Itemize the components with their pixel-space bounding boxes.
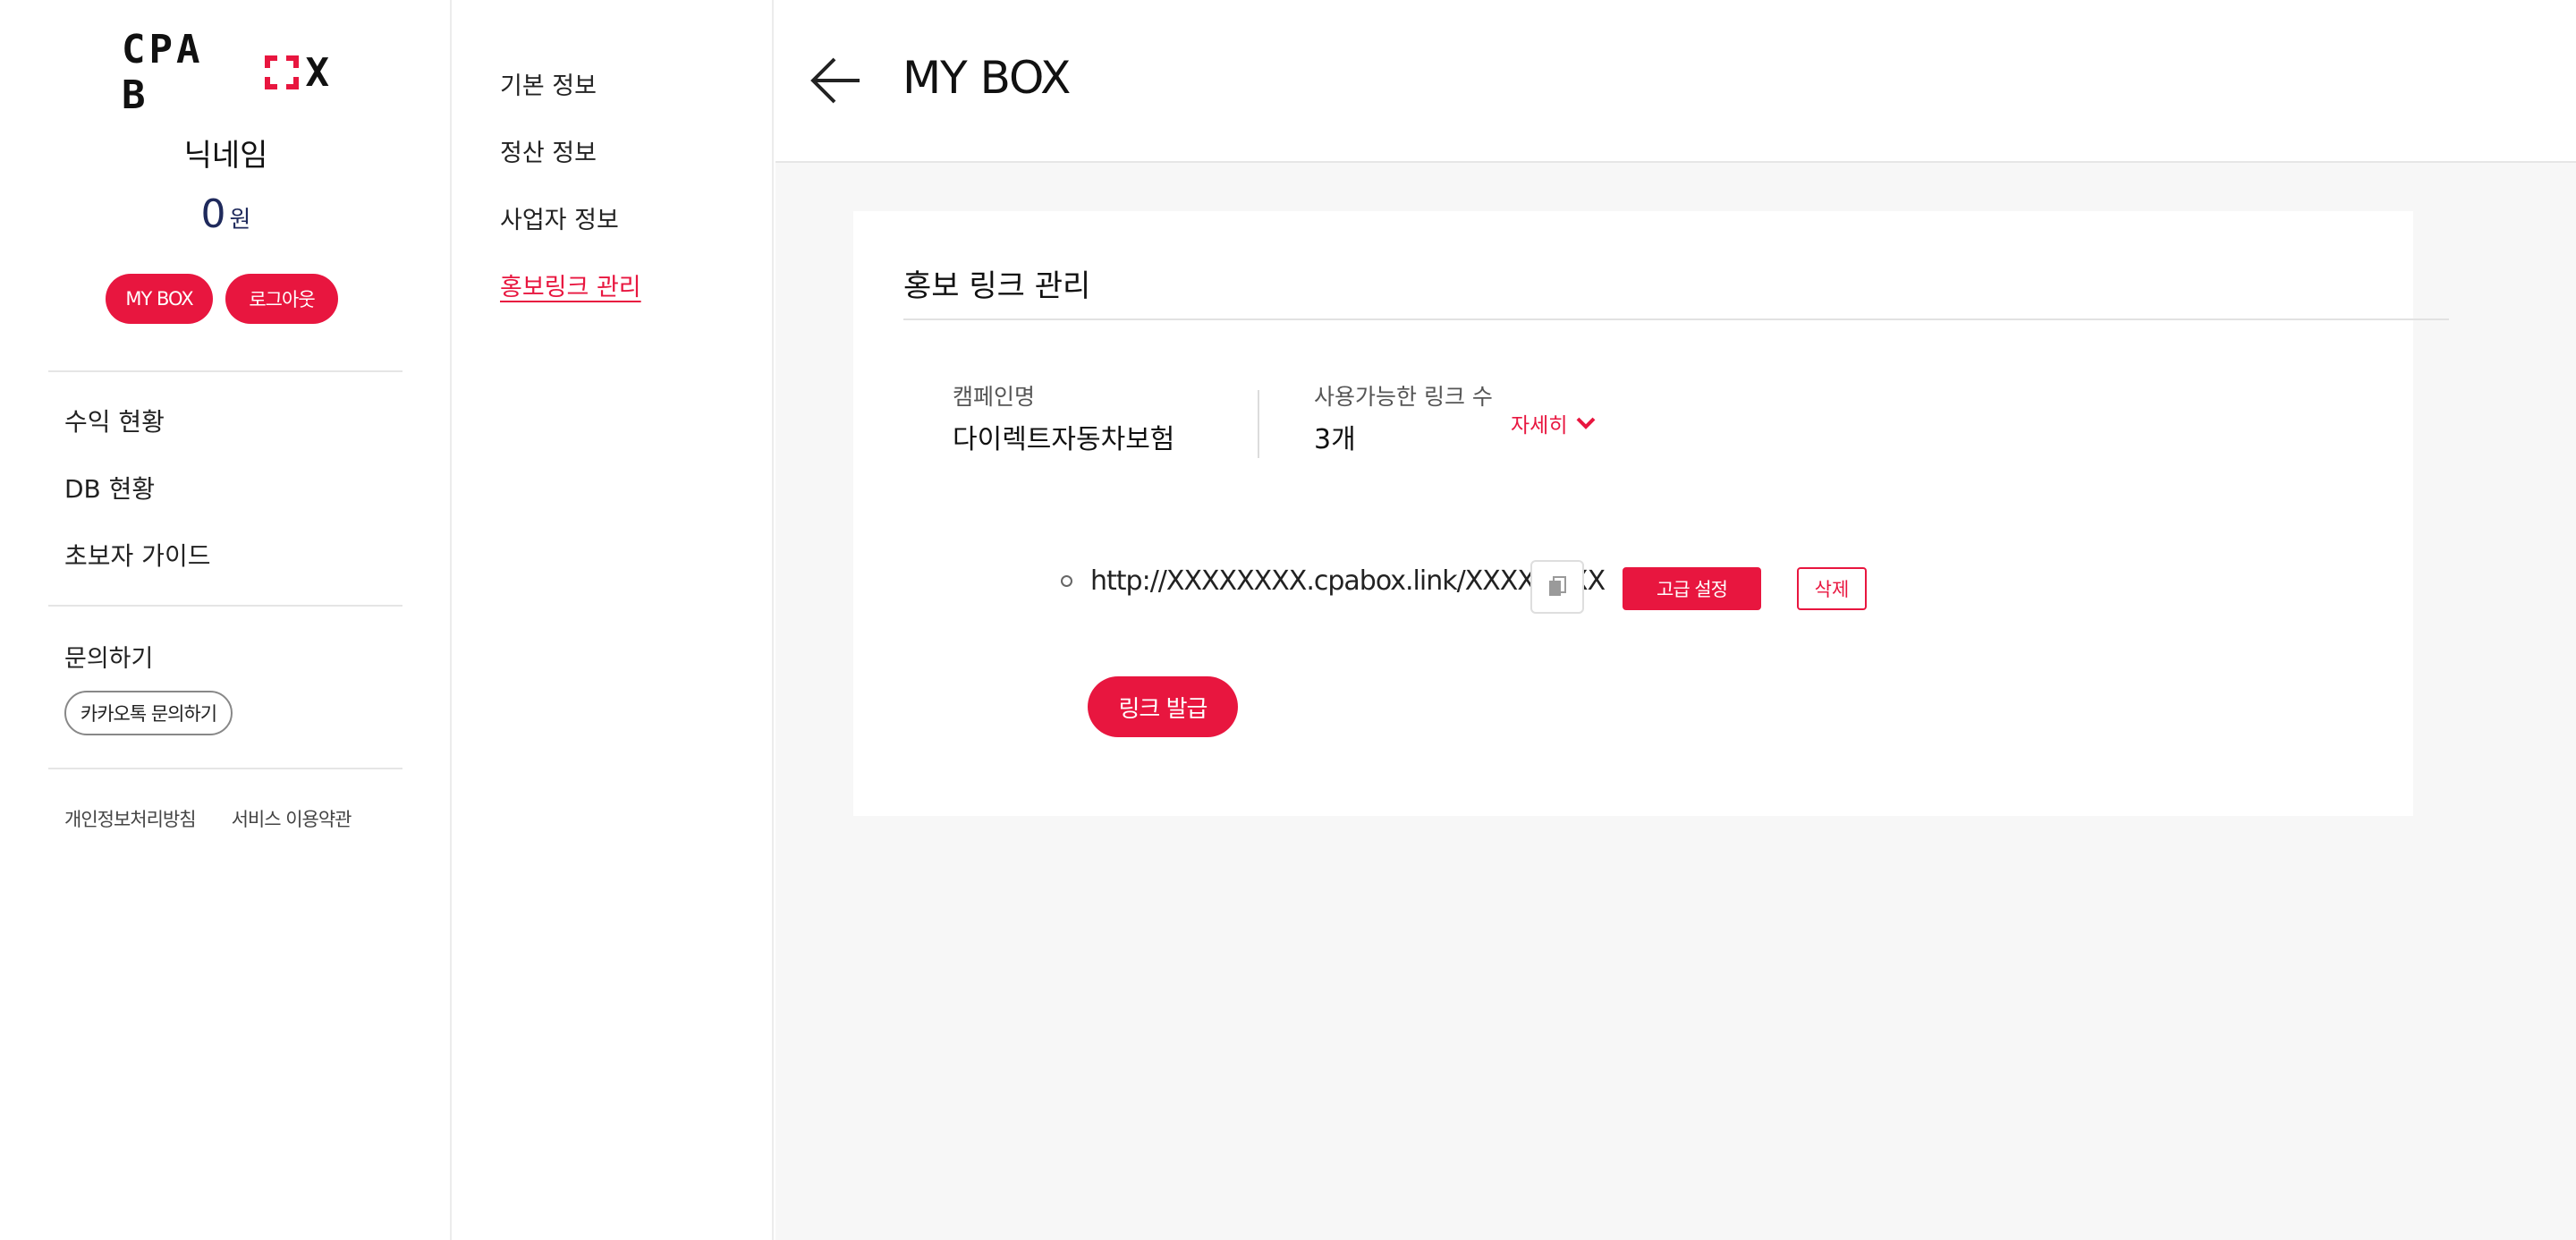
detail-toggle[interactable]: 자세히 — [1511, 408, 1596, 438]
subnav-item-settlement-info[interactable]: 정산 정보 — [500, 133, 597, 168]
balance-unit: 원 — [229, 207, 251, 234]
terms-of-service-link[interactable]: 서비스 이용약관 — [232, 805, 352, 832]
sidebar-divider — [48, 370, 402, 372]
campaign-value: 다이렉트자동차보험 — [953, 424, 1175, 455]
sidebar-divider — [48, 768, 402, 769]
info-separator — [1258, 390, 1259, 458]
campaign-label: 캠페인명 — [953, 384, 1036, 410]
logout-button[interactable]: 로그아웃 — [225, 274, 338, 324]
balance-value: 0 — [200, 191, 226, 237]
logo-text: CPA B — [122, 27, 204, 118]
inquiry-title: 문의하기 — [64, 645, 154, 673]
sidebar-menu: 수익 현황 DB 현황 초보자 가이드 — [64, 388, 210, 590]
kakao-inquiry-button[interactable]: 카카오톡 문의하기 — [64, 691, 233, 735]
section-title: 홍보 링크 관리 — [903, 268, 1091, 304]
subnav-item-promo-link[interactable]: 홍보링크 관리 — [500, 268, 641, 302]
subnav-item-business-info[interactable]: 사업자 정보 — [500, 200, 619, 235]
chevron-down-icon — [1577, 417, 1596, 429]
mybox-button[interactable]: MY BOX — [106, 274, 213, 324]
sidebar-item-revenue-status[interactable]: 수익 현황 — [64, 388, 210, 455]
logo-box-mark — [264, 55, 299, 89]
left-sidebar: CPA B X 닉네임 0원 MY BOX 로그아웃 수익 현황 DB 현황 초… — [0, 0, 452, 1240]
footer-links: 개인정보처리방침 서비스 이용약관 — [64, 805, 352, 832]
account-buttons: MY BOX 로그아웃 — [106, 274, 338, 324]
advanced-settings-button[interactable]: 고급 설정 — [1623, 567, 1761, 610]
cpa-box-logo[interactable]: CPA B X — [122, 27, 330, 118]
user-nickname: 닉네임 — [183, 138, 268, 174]
issue-link-button[interactable]: 링크 발급 — [1088, 676, 1238, 737]
bullet-icon — [1061, 575, 1072, 587]
logo-text-x: X — [305, 49, 330, 96]
page-title: MY BOX — [902, 52, 1071, 104]
sidebar-item-db-status[interactable]: DB 현황 — [64, 455, 210, 522]
privacy-policy-link[interactable]: 개인정보처리방침 — [64, 805, 197, 832]
mybox-subnav: 기본 정보 정산 정보 사업자 정보 홍보링크 관리 — [453, 0, 774, 1240]
main-content: MY BOX 홍보 링크 관리 캠페인명 다이렉트자동차보험 사용가능한 링크 … — [775, 0, 2576, 1240]
detail-label: 자세히 — [1511, 414, 1568, 437]
user-balance: 0원 — [0, 191, 452, 237]
copy-link-button[interactable] — [1530, 560, 1584, 614]
promo-link-row: http://XXXXXXXX.cpabox.link/XXXXXXXX — [1061, 565, 1606, 597]
arrow-left-icon[interactable] — [809, 57, 861, 104]
page-header: MY BOX — [775, 0, 2576, 163]
available-links-label: 사용가능한 링크 수 — [1314, 384, 1493, 410]
delete-link-button[interactable]: 삭제 — [1797, 567, 1867, 610]
promo-link-card: 홍보 링크 관리 캠페인명 다이렉트자동차보험 사용가능한 링크 수 3개 자세… — [853, 211, 2449, 816]
sidebar-item-beginner-guide[interactable]: 초보자 가이드 — [64, 522, 210, 590]
available-links-value: 3개 — [1314, 424, 1356, 455]
subnav-item-basic-info[interactable]: 기본 정보 — [500, 66, 597, 101]
copy-icon — [1549, 576, 1566, 596]
sidebar-divider — [48, 605, 402, 607]
section-divider — [903, 318, 2449, 320]
promo-link-url[interactable]: http://XXXXXXXX.cpabox.link/XXXXXXXX — [1090, 565, 1606, 597]
